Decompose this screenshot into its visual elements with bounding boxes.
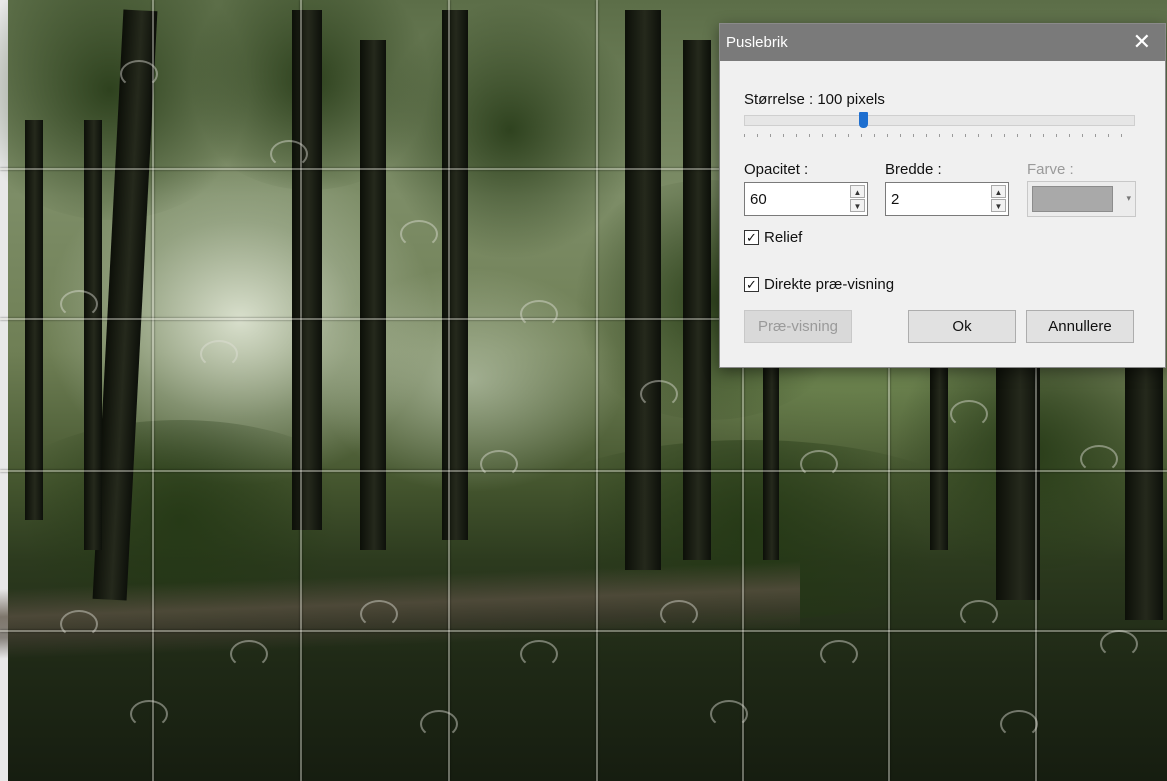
tree-trunk bbox=[292, 10, 322, 530]
puzzle-knob bbox=[60, 610, 98, 638]
preview-button[interactable]: Præ-visning bbox=[744, 310, 852, 343]
puzzle-knob bbox=[660, 600, 698, 628]
width-value[interactable]: 2 bbox=[891, 191, 899, 208]
width-stepper[interactable]: 2 ▲ ▼ bbox=[885, 182, 1009, 216]
puzzle-edge bbox=[152, 0, 154, 781]
opacity-down-button[interactable]: ▼ bbox=[850, 199, 865, 212]
puzzle-knob bbox=[130, 700, 168, 728]
dialog-title: Puslebrik bbox=[726, 34, 788, 51]
live-preview-checkbox[interactable]: ✓ bbox=[744, 277, 759, 292]
puzzle-knob bbox=[360, 600, 398, 628]
puzzle-edge bbox=[596, 0, 598, 781]
puzzle-edge bbox=[0, 318, 720, 320]
puzzle-knob bbox=[230, 640, 268, 668]
puzzle-knob bbox=[800, 450, 838, 478]
puzzle-edge bbox=[448, 0, 450, 781]
chevron-down-icon[interactable]: ▾ bbox=[1126, 193, 1131, 204]
puzzle-knob bbox=[480, 450, 518, 478]
puzzle-edge bbox=[0, 168, 720, 170]
width-up-button[interactable]: ▲ bbox=[991, 185, 1006, 198]
puzzle-knob bbox=[420, 710, 458, 738]
live-preview-label[interactable]: Direkte præ-visning bbox=[764, 276, 894, 293]
width-down-button[interactable]: ▼ bbox=[991, 199, 1006, 212]
puzzle-knob bbox=[520, 300, 558, 328]
cancel-button[interactable]: Annullere bbox=[1026, 310, 1134, 343]
size-slider-ticks bbox=[744, 134, 1133, 137]
puzzle-knob bbox=[950, 400, 988, 428]
relief-label[interactable]: Relief bbox=[764, 229, 802, 246]
puzzle-knob bbox=[1000, 710, 1038, 738]
puzzle-knob bbox=[820, 640, 858, 668]
tree-trunk bbox=[1125, 360, 1163, 620]
puzzle-knob bbox=[60, 290, 98, 318]
puzzle-knob bbox=[710, 700, 748, 728]
puzzle-knob bbox=[200, 340, 238, 368]
puzzle-edge bbox=[888, 360, 890, 781]
puzzle-edge bbox=[0, 470, 1167, 472]
tree-trunk bbox=[683, 40, 711, 560]
tree-trunk bbox=[763, 360, 779, 560]
tree-trunk bbox=[996, 360, 1040, 600]
puzzle-knob bbox=[400, 220, 438, 248]
puzzle-dialog: Puslebrik ✕ Størrelse : 100 pixels Opaci… bbox=[719, 23, 1166, 368]
size-slider-thumb[interactable] bbox=[859, 112, 868, 128]
tree-trunk bbox=[442, 10, 468, 540]
puzzle-knob bbox=[270, 140, 308, 168]
tree-trunk bbox=[360, 40, 386, 550]
close-icon[interactable]: ✕ bbox=[1133, 29, 1151, 55]
puzzle-knob bbox=[520, 640, 558, 668]
opacity-up-button[interactable]: ▲ bbox=[850, 185, 865, 198]
ok-button[interactable]: Ok bbox=[908, 310, 1016, 343]
puzzle-knob bbox=[120, 60, 158, 88]
color-swatch bbox=[1032, 186, 1113, 212]
width-label: Bredde : bbox=[885, 161, 942, 178]
puzzle-knob bbox=[640, 380, 678, 408]
tree-trunk bbox=[84, 120, 102, 550]
tree-trunk bbox=[25, 120, 43, 520]
dialog-titlebar[interactable]: Puslebrik ✕ bbox=[720, 24, 1165, 61]
opacity-value[interactable]: 60 bbox=[750, 191, 767, 208]
opacity-label: Opacitet : bbox=[744, 161, 809, 178]
puzzle-knob bbox=[1100, 630, 1138, 658]
puzzle-edge bbox=[0, 630, 1167, 632]
size-label: Størrelse : 100 pixels bbox=[744, 91, 885, 108]
puzzle-edge bbox=[300, 0, 302, 781]
size-slider[interactable] bbox=[744, 112, 1135, 128]
opacity-stepper[interactable]: 60 ▲ ▼ bbox=[744, 182, 868, 216]
color-label: Farve : bbox=[1027, 161, 1074, 178]
color-picker[interactable]: ▾ bbox=[1027, 181, 1136, 217]
puzzle-knob bbox=[960, 600, 998, 628]
tree-trunk bbox=[625, 10, 661, 570]
tree-trunk bbox=[930, 360, 948, 550]
relief-checkbox[interactable]: ✓ bbox=[744, 230, 759, 245]
puzzle-knob bbox=[1080, 445, 1118, 473]
